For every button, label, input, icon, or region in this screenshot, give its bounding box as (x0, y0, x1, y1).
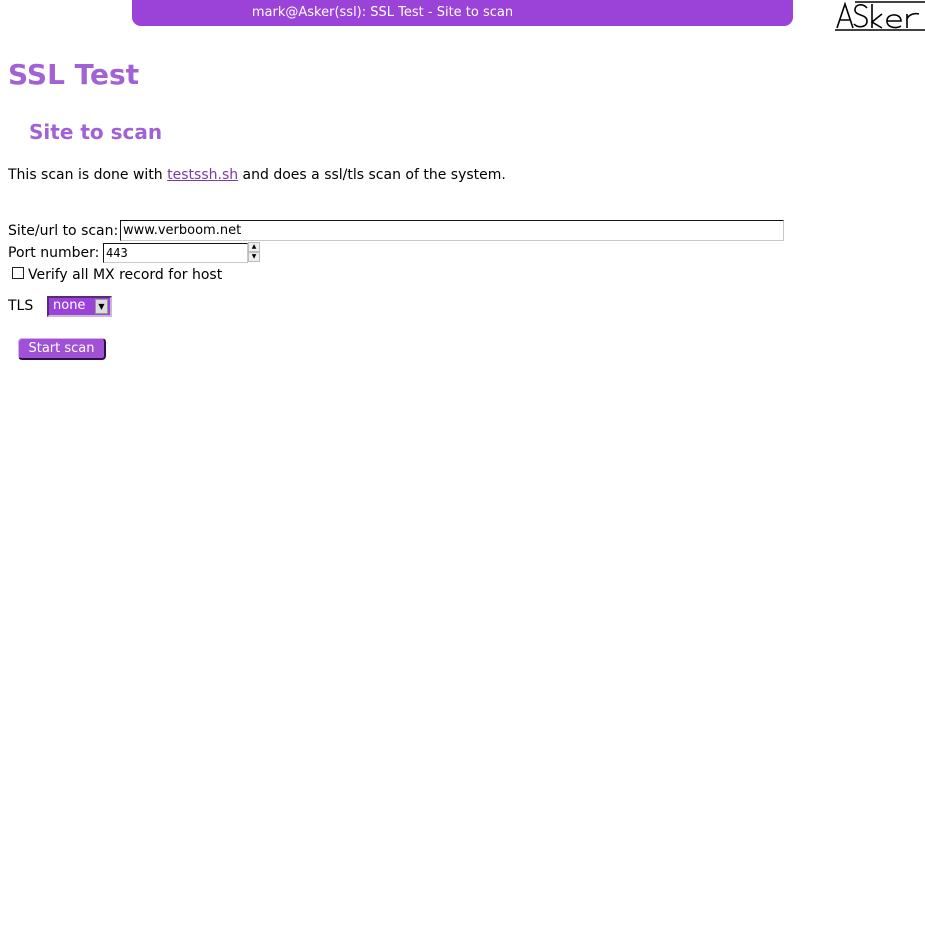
port-label: Port number: (8, 245, 100, 261)
port-number-input[interactable] (103, 243, 248, 263)
port-increment-button[interactable]: ▲ (248, 242, 260, 252)
testssh-link[interactable]: testssh.sh (167, 167, 238, 183)
intro-text-start: This scan is done with (8, 167, 168, 183)
verify-mx-checkbox[interactable] (12, 267, 24, 279)
page-title: SSL Test (8, 58, 140, 91)
port-decrement-button[interactable]: ▼ (248, 252, 260, 262)
window-title-bar: mark@Asker(ssl): SSL Test - Site to scan (132, 0, 793, 26)
tls-label: TLS (8, 298, 34, 314)
asker-logo-icon (835, 0, 925, 32)
site-url-input[interactable] (120, 220, 784, 241)
tls-select[interactable]: none ▼ (47, 296, 112, 317)
intro-text: This scan is done with testssh.sh and do… (8, 166, 506, 184)
site-label: Site/url to scan: (8, 223, 119, 239)
section-title: Site to scan (29, 120, 163, 144)
intro-text-end: and does a ssl/tls scan of the system. (238, 167, 506, 183)
chevron-down-icon[interactable]: ▼ (95, 299, 108, 314)
start-scan-button[interactable]: Start scan (18, 338, 106, 360)
tls-selected-value: none (53, 298, 86, 313)
window-title: mark@Asker(ssl): SSL Test - Site to scan (251, 5, 514, 20)
verify-mx-label: Verify all MX record for host (28, 267, 223, 283)
